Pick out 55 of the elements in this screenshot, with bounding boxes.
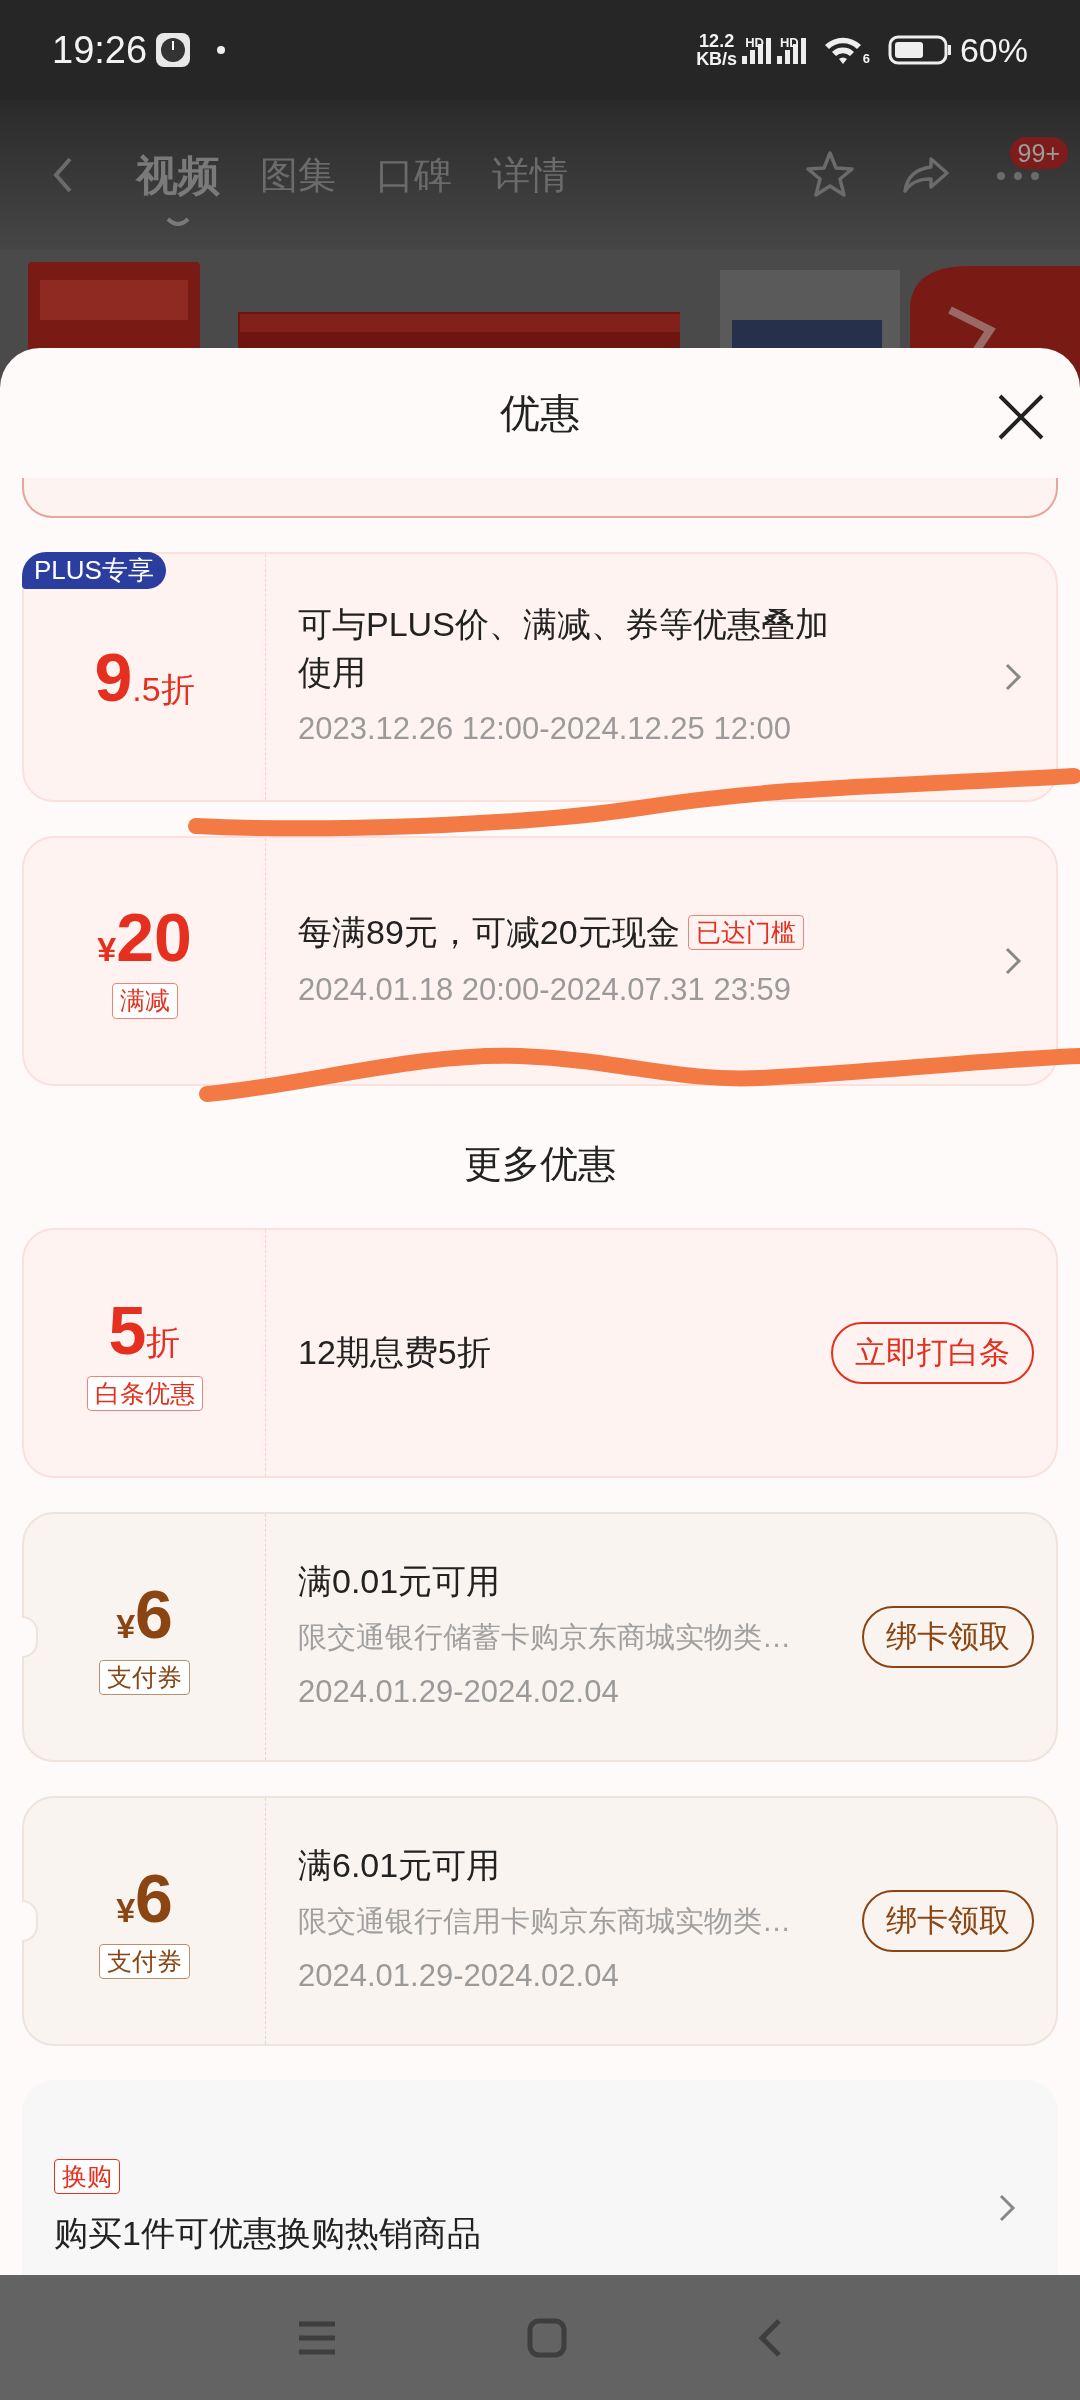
status-tag: 已达门槛 xyxy=(687,915,804,951)
offer-card[interactable]: 换购 购买1件可优惠换购热销商品 xyxy=(22,2080,1058,2275)
offer-tag: 白条优惠 xyxy=(86,1375,203,1411)
offer-value: ¥20 xyxy=(97,903,192,972)
chevron-icon xyxy=(1004,946,1022,976)
offer-card[interactable] xyxy=(22,478,1058,518)
validity-period: 2024.01.29-2024.02.04 xyxy=(298,1673,620,1712)
section-heading: 更多优惠 xyxy=(463,1142,617,1187)
offer-card[interactable]: ¥20 满减 每满89元，可减20元现金 已达门槛 2024.01.18 20:00-2024.07.31 23:59 xyxy=(22,836,1058,1086)
battery-icon xyxy=(887,35,952,65)
offer-tag: 换购 xyxy=(54,2158,120,2194)
offer-card[interactable]: 5折 白条优惠 12期息费5折 立即打白条 xyxy=(22,1228,1058,1479)
sheet-title: 优惠 xyxy=(500,390,580,437)
offer-description: 限交通银行储蓄卡购京东商城实物类… xyxy=(298,1620,792,1655)
chevron-icon xyxy=(1004,662,1022,692)
offer-title: 满6.01元可用 xyxy=(298,1845,502,1887)
membership-badge: PLUS专享 xyxy=(22,552,166,589)
back-icon[interactable] xyxy=(757,2317,783,2358)
offer-card[interactable]: ¥6 支付券 满0.01元可用 限交通银行储蓄卡购京东商城实物类… 2024.01.29-2024.02.04 绑卡领取 xyxy=(22,1512,1058,1763)
signal-icon xyxy=(741,36,772,64)
network-speed: 12.2 xyxy=(698,32,736,50)
offer-card[interactable]: PLUS专享 9.5折 可与PLUS价、满减、券等优惠叠加使用 2023.12.26 12:00-2024.12.25 12:00 xyxy=(22,552,1058,802)
offer-value: 5折 xyxy=(108,1295,181,1364)
wifi-standard-label: 6 xyxy=(862,52,870,65)
chevron-icon xyxy=(998,2193,1016,2224)
action-button[interactable]: 绑卡领取 xyxy=(862,1605,1034,1669)
battery-percentage: 60% xyxy=(959,29,1028,71)
offer-tag: 支付券 xyxy=(99,1659,190,1695)
offer-description: 限交通银行信用卡购京东商城实物类… xyxy=(298,1904,792,1939)
clock-time: 19:26 xyxy=(52,27,148,73)
offer-description: 购买1件可优惠换购热销商品 xyxy=(54,2213,481,2254)
validity-period: 2023.12.26 12:00-2024.12.25 12:00 xyxy=(298,710,792,749)
action-button[interactable]: 立即打白条 xyxy=(831,1321,1034,1385)
notification-count-badge: 99+ xyxy=(1009,137,1068,169)
offer-title: 12期息费5折 xyxy=(298,1332,492,1374)
offer-card[interactable]: ¥6 支付券 满6.01元可用 限交通银行信用卡购京东商城实物类… 2024.01.29-2024.02.04 绑卡领取 xyxy=(22,1796,1058,2047)
offer-value: ¥6 xyxy=(116,1863,173,1932)
validity-period: 2024.01.18 20:00-2024.07.31 23:59 xyxy=(298,970,792,1009)
menu-icon[interactable] xyxy=(297,2319,337,2356)
offer-title: 可与PLUS价、满减、券等优惠叠加使用 xyxy=(298,604,830,693)
action-button[interactable]: 绑卡领取 xyxy=(862,1889,1034,1953)
offer-title: 满0.01元可用 xyxy=(298,1561,502,1603)
clock-app-icon xyxy=(155,32,192,68)
offer-title: 每满89元，可减20元现金 xyxy=(298,911,680,953)
selected-tab-indicator xyxy=(166,216,190,229)
more-icon[interactable] xyxy=(996,170,1040,181)
offer-value: ¥6 xyxy=(116,1579,173,1648)
notification-dot-icon xyxy=(217,46,226,54)
offer-value: 9.5折 xyxy=(94,643,195,711)
validity-period: 2024.01.29-2024.02.04 xyxy=(298,1957,620,1996)
network-speed-unit: KB/s xyxy=(696,50,738,68)
signal-icon xyxy=(776,36,807,64)
offer-tag: 满减 xyxy=(111,983,178,1019)
offer-tag: 支付券 xyxy=(99,1943,190,1979)
home-icon[interactable] xyxy=(527,2317,567,2358)
